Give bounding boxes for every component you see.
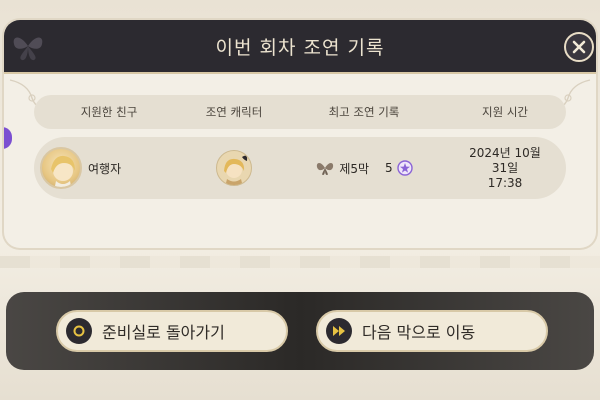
fast-forward-icon bbox=[326, 318, 352, 344]
next-act-button[interactable]: 다음 막으로 이동 bbox=[316, 310, 548, 352]
background-strip bbox=[0, 256, 600, 268]
character-portrait-icon bbox=[224, 155, 248, 185]
star-badge-icon bbox=[396, 160, 413, 176]
record-act: 제5막 bbox=[339, 161, 370, 176]
column-header-character: 조연 캐릭터 bbox=[205, 105, 263, 119]
action-bar: 준비실로 돌아가기 다음 막으로 이동 bbox=[6, 292, 594, 370]
friend-avatar[interactable] bbox=[40, 147, 82, 189]
column-header-time: 지원 시간 bbox=[482, 105, 528, 119]
butterfly-emblem-icon bbox=[13, 37, 43, 61]
support-character-portrait[interactable] bbox=[216, 150, 252, 186]
time-cell: 2024년 10월 31일 17:38 bbox=[444, 146, 566, 191]
close-icon bbox=[572, 40, 586, 54]
dialog-header: 이번 회차 조연 기록 bbox=[4, 20, 596, 74]
friend-name: 여행자 bbox=[88, 161, 122, 176]
best-record-cell: 제5막 5 bbox=[284, 160, 444, 177]
dialog-title: 이번 회차 조연 기록 bbox=[215, 36, 385, 59]
support-time-date: 2024년 10월 bbox=[469, 145, 541, 160]
act-mask-icon bbox=[317, 163, 334, 175]
column-header-best-record: 최고 조연 기록 bbox=[328, 105, 400, 119]
support-time: 2024년 10월 31일 17:38 bbox=[459, 146, 551, 191]
support-record-dialog: 이번 회차 조연 기록 지원한 친구 조연 캐릭터 최고 조연 기록 지원 시간 bbox=[4, 20, 596, 248]
close-button[interactable] bbox=[564, 32, 594, 62]
column-header-friend: 지원한 친구 bbox=[80, 105, 138, 119]
support-time-day: 31일 bbox=[491, 160, 519, 175]
record-count: 5 bbox=[385, 161, 393, 175]
best-record: 제5막 5 bbox=[315, 160, 413, 177]
friend-cell: 여행자 bbox=[34, 147, 184, 189]
traveler-portrait-icon bbox=[51, 155, 75, 187]
table-header: 지원한 친구 조연 캐릭터 최고 조연 기록 지원 시간 bbox=[34, 95, 566, 129]
character-cell bbox=[184, 150, 284, 186]
next-act-label: 다음 막으로 이동 bbox=[362, 323, 476, 342]
return-to-lobby-label: 준비실로 돌아가기 bbox=[102, 323, 225, 342]
return-to-lobby-button[interactable]: 준비실로 돌아가기 bbox=[56, 310, 288, 352]
side-tab-indicator bbox=[4, 127, 12, 149]
circle-icon bbox=[66, 318, 92, 344]
support-time-clock: 17:38 bbox=[487, 175, 523, 190]
table-row: 여행자 제5막 5 2024년 10월 31일 17:38 bbox=[34, 137, 566, 199]
